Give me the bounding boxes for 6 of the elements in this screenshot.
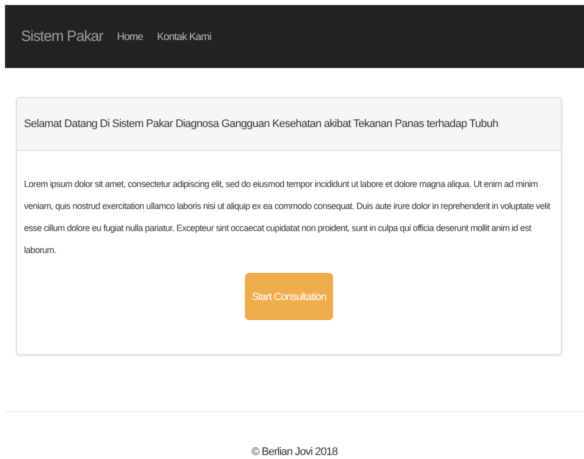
nav-link[interactable]: Home <box>117 30 144 42</box>
welcome-heading: Selamat Datang Di Sistem Pakar Diagnosa Gangguan Kesehatan akibat Tekanan Panas terhadap Tubuh <box>24 118 498 130</box>
brand-link[interactable]: Sistem Pakar <box>21 28 103 45</box>
intro-paragraph: Lorem ipsum dolor sit amet, consectetur adipiscing elit, sed do eiusmod tempor incididunt ut labore et dolore magna aliqua. Ut enim ad minim veniam, quis nostrud exercitation ullamco laboris nisi ut aliquip ex ea commodo consequat. Duis aute irure dolor in reprehenderit in voluptate velit esse cillum dolore eu fugiat nulla pariatur. Excepteur sint occaecat cupidatat non proident, sunt in culpa qui officia deserunt mollit anim id est laborum. <box>24 178 552 257</box>
copyright-text: © Berlian Jovi 2018 <box>251 446 338 458</box>
nav-link[interactable]: Kontak Kami <box>157 30 212 42</box>
